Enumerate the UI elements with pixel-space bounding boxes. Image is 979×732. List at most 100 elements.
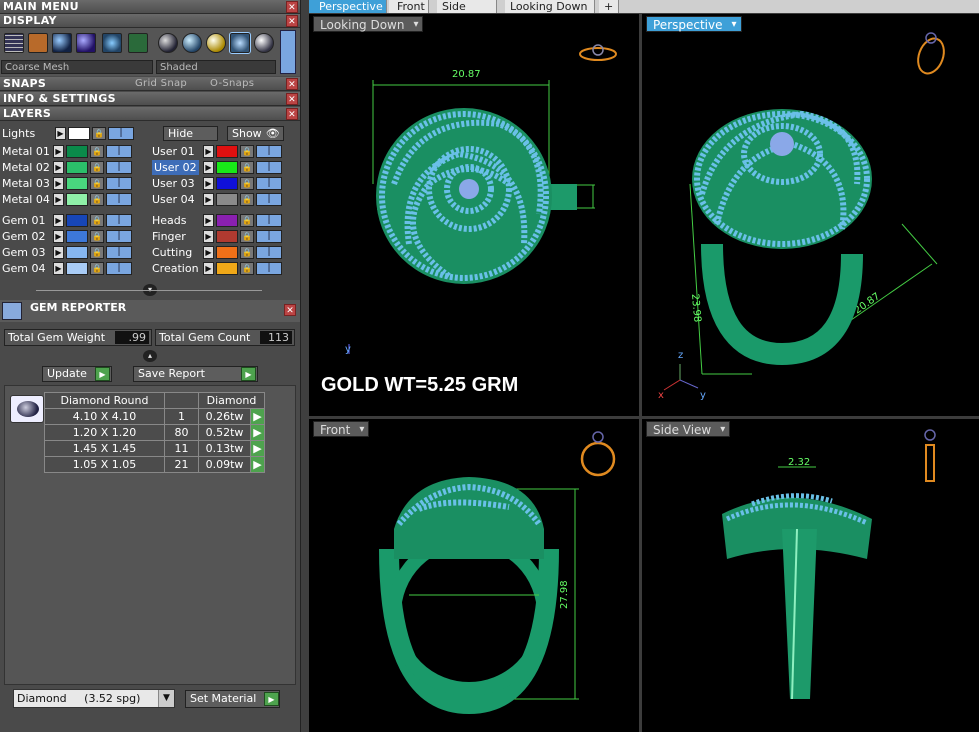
lock-icon[interactable]: 🔒 bbox=[90, 214, 104, 227]
layer-row-creation[interactable]: Creation ▶ 🔒 | bbox=[150, 261, 290, 276]
tab-side-view[interactable]: Side View bbox=[437, 0, 497, 26]
layer-row-gem-02[interactable]: Gem 02 ▶ 🔒 | bbox=[0, 229, 140, 244]
visibility-toggle[interactable]: | bbox=[106, 230, 132, 243]
layer-row-user-01[interactable]: User 01 ▶ 🔒 | bbox=[150, 144, 290, 159]
info-settings-header[interactable]: INFO & SETTINGS ✕ bbox=[0, 92, 300, 106]
close-icon[interactable]: ✕ bbox=[286, 15, 298, 27]
arrow-icon[interactable]: ▶ bbox=[53, 193, 64, 206]
layer-color[interactable] bbox=[216, 214, 238, 227]
viewport-looking-down[interactable]: Looking Down 20.87 y GOLD WT=5.25 GRM bbox=[309, 14, 639, 416]
arrow-icon[interactable]: ▶ bbox=[203, 161, 214, 174]
mesh-select[interactable]: Coarse Mesh bbox=[1, 60, 153, 74]
layer-row-cutting[interactable]: Cutting ▶ 🔒 | bbox=[150, 245, 290, 260]
arrow-icon[interactable]: ▶ bbox=[203, 246, 214, 259]
layout-icon[interactable] bbox=[128, 33, 148, 53]
visibility-toggle[interactable]: | bbox=[256, 145, 282, 158]
lights-color[interactable] bbox=[68, 127, 90, 140]
add-tab-button[interactable]: + bbox=[599, 0, 619, 13]
lock-icon[interactable]: 🔒 bbox=[90, 262, 104, 275]
layer-color[interactable] bbox=[66, 246, 88, 259]
scroll-handle[interactable] bbox=[280, 30, 296, 74]
layer-row-metal-01[interactable]: Metal 01 ▶ 🔒 | bbox=[0, 144, 140, 159]
ball-icon[interactable] bbox=[158, 33, 178, 53]
snaps-header[interactable]: SNAPS Grid Snap O-Snaps ✕ bbox=[0, 77, 300, 91]
arrow-icon[interactable]: ▶ bbox=[53, 177, 64, 190]
ball-glass-icon[interactable] bbox=[182, 33, 202, 53]
lock-icon[interactable]: 🔒 bbox=[90, 177, 104, 190]
layer-color[interactable] bbox=[216, 246, 238, 259]
arrow-icon[interactable]: ▶ bbox=[53, 145, 64, 158]
layer-color[interactable] bbox=[66, 193, 88, 206]
layer-color[interactable] bbox=[216, 262, 238, 275]
layer-row-metal-02[interactable]: Metal 02 ▶ 🔒 | bbox=[0, 160, 140, 175]
wire-ball-icon[interactable] bbox=[229, 32, 251, 54]
layer-row-gem-01[interactable]: Gem 01 ▶ 🔒 | bbox=[0, 213, 140, 228]
arrow-icon[interactable]: ▶ bbox=[53, 246, 64, 259]
layer-row-metal-04[interactable]: Metal 04 ▶ 🔒 | bbox=[0, 192, 140, 207]
lock-icon[interactable]: 🔒 bbox=[90, 145, 104, 158]
arrow-icon[interactable]: ▶ bbox=[203, 262, 214, 275]
visibility-toggle[interactable]: | bbox=[106, 177, 132, 190]
close-icon[interactable]: ✕ bbox=[286, 93, 298, 105]
layer-row-user-03[interactable]: User 03 ▶ 🔒 | bbox=[150, 176, 290, 191]
dropdown-arrow-icon[interactable]: ▼ bbox=[158, 690, 174, 707]
arrow-icon[interactable]: ▶ bbox=[53, 161, 64, 174]
show-button[interactable]: Show 👁 bbox=[227, 126, 284, 141]
layer-row-user-02[interactable]: User 02 ▶ 🔒 | bbox=[150, 160, 290, 175]
arrow-icon[interactable]: ▶ bbox=[53, 214, 64, 227]
layer-row-heads[interactable]: Heads ▶ 🔒 | bbox=[150, 213, 290, 228]
visibility-toggle[interactable]: | bbox=[256, 161, 282, 174]
lock-icon[interactable]: 🔒 bbox=[240, 193, 254, 206]
layer-color[interactable] bbox=[216, 230, 238, 243]
tab-front[interactable]: Front bbox=[389, 0, 429, 13]
update-go-icon[interactable]: ▶ bbox=[95, 367, 110, 381]
lock-icon[interactable]: 🔒 bbox=[90, 230, 104, 243]
lock-icon[interactable]: 🔒 bbox=[90, 193, 104, 206]
sphere-shaded-icon[interactable] bbox=[76, 33, 96, 53]
lock-icon[interactable]: 🔒 bbox=[240, 161, 254, 174]
layers-header[interactable]: LAYERS ✕ bbox=[0, 107, 300, 121]
viewport-perspective[interactable]: Perspective 23.98 20.87 z x y bbox=[642, 14, 979, 416]
visibility-toggle[interactable]: | bbox=[108, 127, 134, 140]
close-icon[interactable]: ✕ bbox=[284, 304, 296, 316]
layer-color[interactable] bbox=[66, 145, 88, 158]
layer-color[interactable] bbox=[66, 230, 88, 243]
close-icon[interactable]: ✕ bbox=[286, 78, 298, 90]
layer-color[interactable] bbox=[66, 262, 88, 275]
display-header[interactable]: DISPLAY ✕ bbox=[0, 14, 300, 28]
refresh-icon[interactable] bbox=[102, 33, 122, 53]
save-go-icon[interactable]: ▶ bbox=[241, 367, 256, 381]
arrow-icon[interactable]: ▶ bbox=[203, 177, 214, 190]
visibility-toggle[interactable]: | bbox=[256, 230, 282, 243]
layer-color[interactable] bbox=[216, 193, 238, 206]
row-go-icon[interactable]: ▶ bbox=[250, 424, 265, 441]
visibility-toggle[interactable]: | bbox=[106, 214, 132, 227]
lock-icon[interactable]: 🔒 bbox=[240, 246, 254, 259]
main-menu-header[interactable]: MAIN MENU ✕ bbox=[0, 0, 300, 14]
lock-icon[interactable]: 🔒 bbox=[240, 230, 254, 243]
lock-icon[interactable]: 🔒 bbox=[90, 161, 104, 174]
visibility-toggle[interactable]: | bbox=[256, 177, 282, 190]
lock-icon[interactable]: 🔒 bbox=[240, 177, 254, 190]
visibility-toggle[interactable]: | bbox=[106, 161, 132, 174]
tab-looking-down[interactable]: Looking Down bbox=[505, 0, 595, 13]
visibility-toggle[interactable]: | bbox=[106, 262, 132, 275]
layer-row-metal-03[interactable]: Metal 03 ▶ 🔒 | bbox=[0, 176, 140, 191]
visibility-toggle[interactable]: | bbox=[106, 246, 132, 259]
arrow-icon[interactable]: ▶ bbox=[203, 214, 214, 227]
visibility-toggle[interactable]: | bbox=[256, 262, 282, 275]
grid-snap-toggle[interactable]: Grid Snap bbox=[135, 77, 187, 91]
visibility-toggle[interactable]: | bbox=[256, 214, 282, 227]
grid-icon[interactable] bbox=[4, 33, 24, 53]
row-go-icon[interactable]: ▶ bbox=[250, 440, 265, 457]
layer-color[interactable] bbox=[216, 177, 238, 190]
layer-row-gem-04[interactable]: Gem 04 ▶ 🔒 | bbox=[0, 261, 140, 276]
arrow-icon[interactable]: ▶ bbox=[203, 145, 214, 158]
layer-color[interactable] bbox=[66, 161, 88, 174]
layer-color[interactable] bbox=[216, 145, 238, 158]
layer-color[interactable] bbox=[66, 177, 88, 190]
row-go-icon[interactable]: ▶ bbox=[250, 456, 265, 473]
arrow-icon[interactable]: ▶ bbox=[203, 230, 214, 243]
lock-icon[interactable]: 🔒 bbox=[92, 127, 106, 140]
viewport-side-view[interactable]: Side View 2.32 bbox=[642, 419, 979, 732]
